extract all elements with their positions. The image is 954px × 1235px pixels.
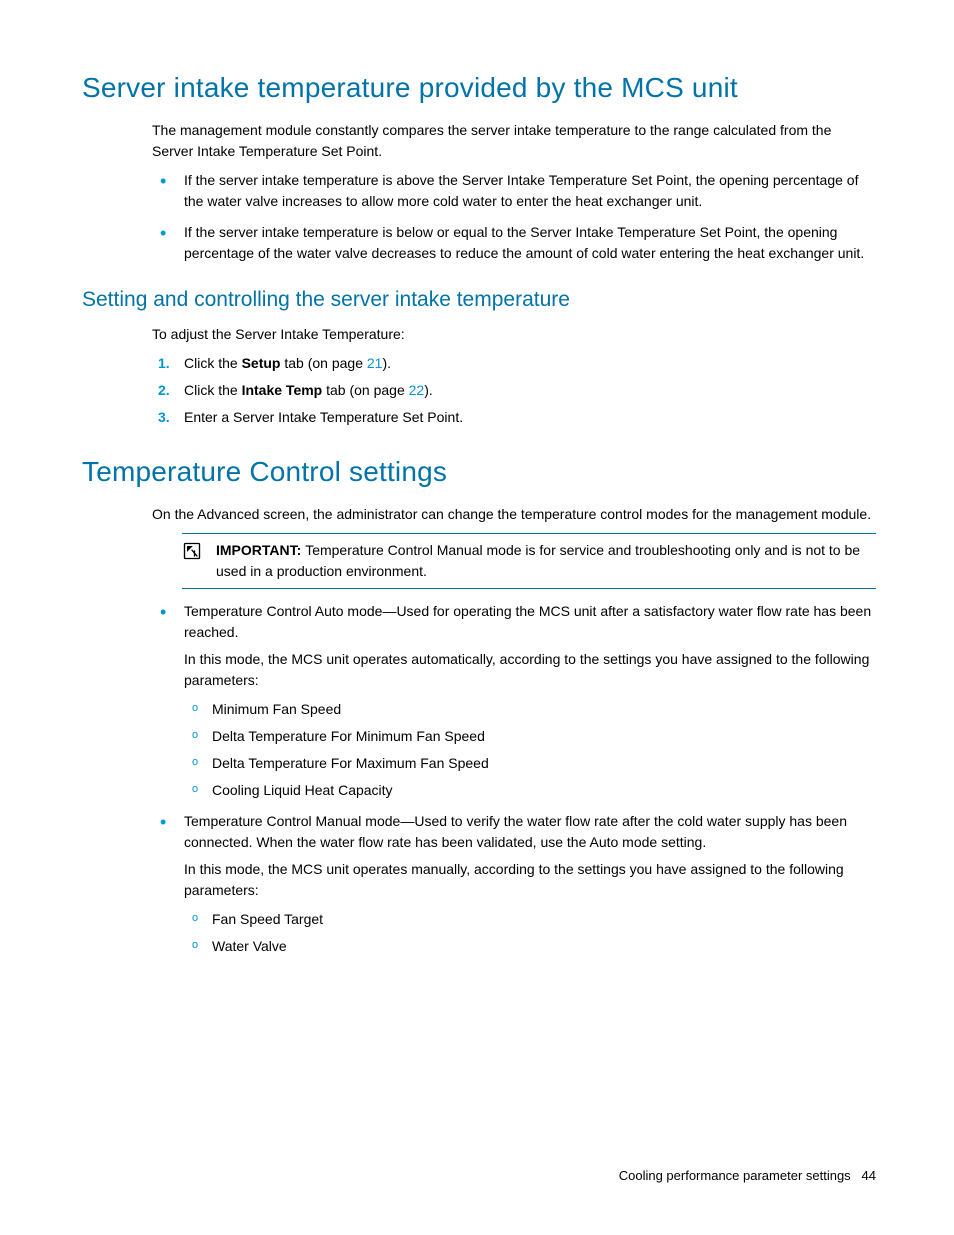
important-note: IMPORTANT: Temperature Control Manual mo…	[182, 533, 876, 589]
intro-paragraph: On the Advanced screen, the administrato…	[152, 504, 876, 525]
step-bold: Intake Temp	[242, 382, 323, 398]
list-item: If the server intake temperature is belo…	[152, 222, 876, 264]
important-icon	[182, 541, 202, 582]
sub-item: Minimum Fan Speed	[184, 699, 876, 720]
heading-setting-controlling: Setting and controlling the server intak…	[82, 288, 876, 312]
sub-item: Delta Temperature For Minimum Fan Speed	[184, 726, 876, 747]
step-item: Click the Intake Temp tab (on page 22).	[152, 380, 876, 401]
bullet-text: Temperature Control Auto mode—Used for o…	[184, 603, 871, 640]
important-label: IMPORTANT:	[216, 542, 305, 558]
sub-item: Delta Temperature For Maximum Fan Speed	[184, 753, 876, 774]
step-item: Click the Setup tab (on page 21).	[152, 353, 876, 374]
footer-section: Cooling performance parameter settings	[619, 1168, 851, 1183]
intro-paragraph: The management module constantly compare…	[152, 120, 876, 162]
bullet-text: Temperature Control Manual mode—Used to …	[184, 813, 847, 850]
step-text: tab (on page	[280, 355, 366, 371]
step-item: Enter a Server Intake Temperature Set Po…	[152, 407, 876, 428]
step-text: ).	[424, 382, 433, 398]
step-text: Click the	[184, 382, 242, 398]
step-text: tab (on page	[322, 382, 408, 398]
sub-item: Water Valve	[184, 936, 876, 957]
bullet-list: Temperature Control Auto mode—Used for o…	[152, 601, 876, 957]
footer-page-number: 44	[862, 1168, 876, 1183]
bullet-paragraph: In this mode, the MCS unit operates auto…	[184, 649, 876, 691]
sub-list: Fan Speed Target Water Valve	[184, 909, 876, 957]
step-text: ).	[382, 355, 391, 371]
sub-item: Cooling Liquid Heat Capacity	[184, 780, 876, 801]
page-link[interactable]: 22	[409, 382, 425, 398]
intro-paragraph: To adjust the Server Intake Temperature:	[152, 324, 876, 345]
page-footer: Cooling performance parameter settings 4…	[619, 1168, 876, 1183]
list-item: If the server intake temperature is abov…	[152, 170, 876, 212]
ordered-steps: Click the Setup tab (on page 21). Click …	[152, 353, 876, 428]
sub-item: Fan Speed Target	[184, 909, 876, 930]
sub-list: Minimum Fan Speed Delta Temperature For …	[184, 699, 876, 801]
step-text: Click the	[184, 355, 242, 371]
list-item: Temperature Control Auto mode—Used for o…	[152, 601, 876, 801]
heading-server-intake: Server intake temperature provided by th…	[82, 72, 876, 104]
heading-temperature-control: Temperature Control settings	[82, 456, 876, 488]
bullet-paragraph: In this mode, the MCS unit operates manu…	[184, 859, 876, 901]
step-bold: Setup	[242, 355, 281, 371]
bullet-list: If the server intake temperature is abov…	[152, 170, 876, 264]
important-text: Temperature Control Manual mode is for s…	[216, 542, 860, 579]
page-link[interactable]: 21	[367, 355, 383, 371]
list-item: Temperature Control Manual mode—Used to …	[152, 811, 876, 957]
